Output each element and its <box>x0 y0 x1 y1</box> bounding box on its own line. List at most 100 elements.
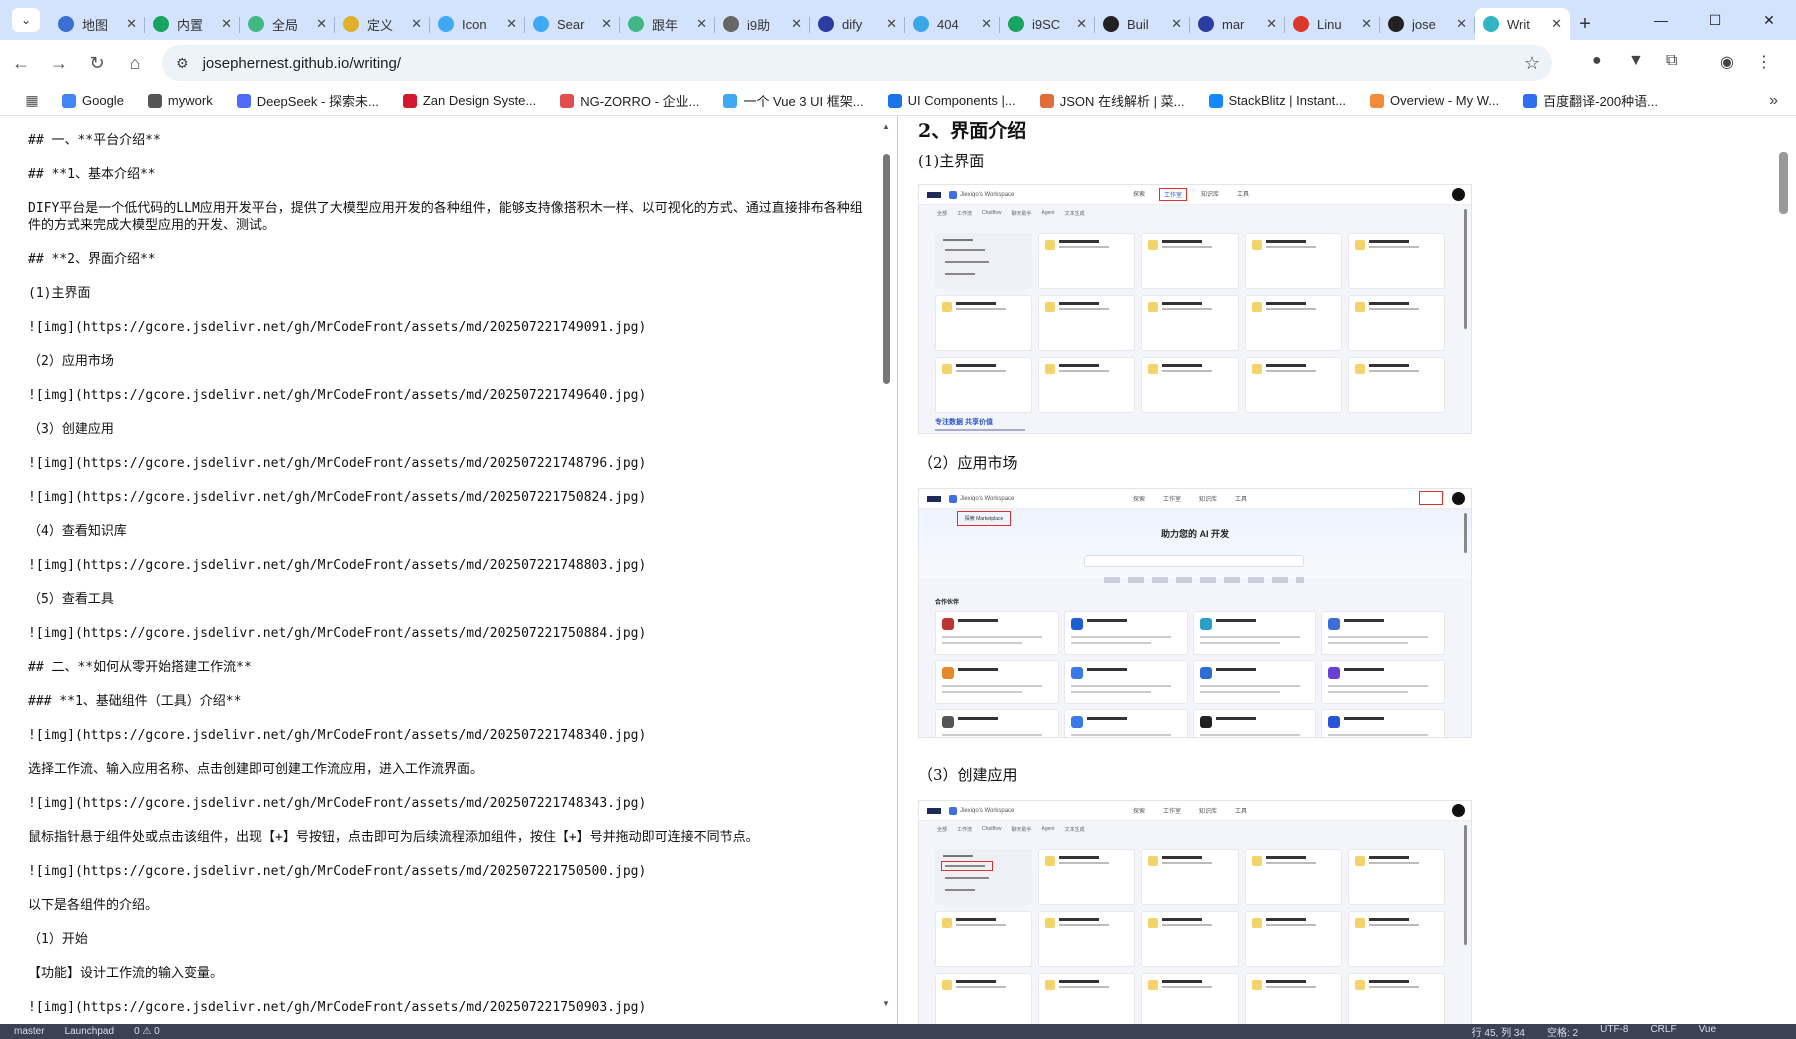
bookmark-star-icon[interactable]: ☆ <box>1524 53 1540 74</box>
editor-line[interactable]: ![img](https://gcore.jsdelivr.net/gh/MrC… <box>28 489 868 506</box>
address-bar[interactable]: ⚙ josephernest.github.io/writing/ ☆ <box>162 45 1552 81</box>
close-tab-icon[interactable]: ✕ <box>411 16 422 32</box>
tab-15[interactable]: Writ ✕ <box>1475 8 1570 40</box>
vue-devtools-icon[interactable]: ▼ <box>1628 52 1644 70</box>
close-tab-icon[interactable]: ✕ <box>1456 16 1467 32</box>
preview-scroll-thumb[interactable] <box>1779 152 1788 214</box>
tab-6[interactable]: 跟年 ✕ <box>620 8 715 40</box>
tab-search-button[interactable]: ⌄ <box>12 8 40 32</box>
apps-grid-icon[interactable]: ▦ <box>12 92 52 109</box>
close-window-button[interactable]: ✕ <box>1742 0 1796 40</box>
editor-scrollbar[interactable]: ▲ ▼ <box>878 116 895 1016</box>
editor-line[interactable]: （2）应用市场 <box>28 353 868 370</box>
bookmarks-overflow-icon[interactable]: » <box>1769 92 1778 110</box>
editor-line[interactable]: (1)主界面 <box>28 285 868 302</box>
status-problems[interactable]: 0 ⚠ 0 <box>134 1026 160 1037</box>
editor-lines[interactable]: ## 一、**平台介绍** ## **1、基本介绍** DIFY平台是一个低代码的L… <box>28 132 868 1031</box>
editor-line[interactable]: （3）创建应用 <box>28 421 868 438</box>
editor-line[interactable]: ![img](https://gcore.jsdelivr.net/gh/MrC… <box>28 557 868 574</box>
site-info-icon[interactable]: ⚙ <box>176 55 189 72</box>
tab-8[interactable]: dify ✕ <box>810 8 905 40</box>
scroll-down-icon[interactable]: ▼ <box>882 999 890 1008</box>
editor-line[interactable]: （5）查看工具 <box>28 591 868 608</box>
editor-line[interactable]: ## 一、**平台介绍** <box>28 132 868 149</box>
close-tab-icon[interactable]: ✕ <box>1076 16 1087 32</box>
editor-line[interactable]: ![img](https://gcore.jsdelivr.net/gh/MrC… <box>28 999 868 1016</box>
bookmark-item[interactable]: Zan Design Syste... <box>402 91 536 110</box>
editor-scroll-thumb[interactable] <box>883 154 890 384</box>
editor-line[interactable]: 选择工作流、输入应用名称、点击创建即可创建工作流应用，进入工作流界面。 <box>28 761 868 778</box>
tab-10[interactable]: i9SC ✕ <box>1000 8 1095 40</box>
tab-3[interactable]: 定义 ✕ <box>335 8 430 40</box>
bookmark-item[interactable]: StackBlitz | Instant... <box>1208 91 1346 110</box>
status-encoding[interactable]: UTF-8 <box>1600 1024 1628 1039</box>
status-indent[interactable]: 空格: 2 <box>1547 1024 1578 1039</box>
close-tab-icon[interactable]: ✕ <box>981 16 992 32</box>
bookmark-item[interactable]: 一个 Vue 3 UI 框架... <box>723 91 864 110</box>
status-branch[interactable]: master <box>14 1026 45 1037</box>
tab-11[interactable]: Buil ✕ <box>1095 8 1190 40</box>
editor-line[interactable]: ![img](https://gcore.jsdelivr.net/gh/MrC… <box>28 387 868 404</box>
extensions-icon[interactable]: ⧉ <box>1666 52 1677 70</box>
bookmark-item[interactable]: mywork <box>147 91 213 110</box>
close-tab-icon[interactable]: ✕ <box>1171 16 1182 32</box>
close-tab-icon[interactable]: ✕ <box>886 16 897 32</box>
tab-13[interactable]: Linu ✕ <box>1285 8 1380 40</box>
close-tab-icon[interactable]: ✕ <box>601 16 612 32</box>
back-button[interactable]: ← <box>4 46 38 80</box>
tab-2[interactable]: 全局 ✕ <box>240 8 335 40</box>
close-tab-icon[interactable]: ✕ <box>1266 16 1277 32</box>
editor-line[interactable]: ![img](https://gcore.jsdelivr.net/gh/MrC… <box>28 727 868 744</box>
editor-line[interactable]: 鼠标指针悬于组件处或点击该组件，出现【+】号按钮，点击即可为后续流程添加组件，按… <box>28 829 868 846</box>
close-tab-icon[interactable]: ✕ <box>126 16 137 32</box>
markdown-editor[interactable]: ## 一、**平台介绍** ## **1、基本介绍** DIFY平台是一个低代码的L… <box>8 116 896 1031</box>
minimize-button[interactable]: — <box>1634 0 1688 40</box>
preview-scrollbar[interactable] <box>1775 116 1795 1016</box>
bookmark-item[interactable]: Google <box>62 91 124 110</box>
tab-7[interactable]: i9助 ✕ <box>715 8 810 40</box>
editor-line[interactable]: ## 二、**如何从零开始搭建工作流** <box>28 659 868 676</box>
editor-line[interactable]: ![img](https://gcore.jsdelivr.net/gh/MrC… <box>28 863 868 880</box>
bookmark-item[interactable]: DeepSeek - 探索未... <box>236 91 379 110</box>
close-tab-icon[interactable]: ✕ <box>791 16 802 32</box>
tab-0[interactable]: 地图 ✕ <box>50 8 145 40</box>
editor-line[interactable]: ![img](https://gcore.jsdelivr.net/gh/MrC… <box>28 455 868 472</box>
close-tab-icon[interactable]: ✕ <box>316 16 327 32</box>
tab-4[interactable]: Icon ✕ <box>430 8 525 40</box>
tab-5[interactable]: Sear ✕ <box>525 8 620 40</box>
bookmark-item[interactable]: JSON 在线解析 | 菜... <box>1039 91 1185 110</box>
menu-kebab-icon[interactable]: ⋮ <box>1756 52 1772 72</box>
editor-line[interactable]: 以下是各组件的介绍。 <box>28 897 868 914</box>
bookmark-item[interactable]: NG-ZORRO - 企业... <box>560 91 699 110</box>
bookmark-item[interactable]: 百度翻译-200种语... <box>1523 91 1658 110</box>
status-cursor-position[interactable]: 行 45, 列 34 <box>1472 1024 1525 1039</box>
editor-line[interactable]: ## **1、基本介绍** <box>28 166 868 183</box>
home-button[interactable]: ⌂ <box>118 46 152 80</box>
editor-line[interactable]: ### **1、基础组件（工具）介绍** <box>28 693 868 710</box>
bookmark-item[interactable]: UI Components |... <box>887 91 1016 110</box>
tab-1[interactable]: 内置 ✕ <box>145 8 240 40</box>
editor-line[interactable]: ![img](https://gcore.jsdelivr.net/gh/MrC… <box>28 795 868 812</box>
editor-line[interactable]: ![img](https://gcore.jsdelivr.net/gh/MrC… <box>28 319 868 336</box>
tab-9[interactable]: 404 ✕ <box>905 8 1000 40</box>
new-tab-button[interactable]: + <box>1570 9 1600 39</box>
editor-line[interactable]: 【功能】设计工作流的输入变量。 <box>28 965 868 982</box>
maximize-button[interactable]: ☐ <box>1688 0 1742 40</box>
bookmark-item[interactable]: Overview - My W... <box>1370 91 1499 110</box>
editor-line[interactable]: ## **2、界面介绍** <box>28 251 868 268</box>
close-tab-icon[interactable]: ✕ <box>1551 16 1562 32</box>
status-launchpad[interactable]: Launchpad <box>65 1026 115 1037</box>
editor-line[interactable]: DIFY平台是一个低代码的LLM应用开发平台，提供了大模型应用开发的各种组件，能… <box>28 200 868 234</box>
close-tab-icon[interactable]: ✕ <box>696 16 707 32</box>
editor-line[interactable]: ![img](https://gcore.jsdelivr.net/gh/MrC… <box>28 625 868 642</box>
editor-line[interactable]: （4）查看知识库 <box>28 523 868 540</box>
status-eol[interactable]: CRLF <box>1650 1024 1676 1039</box>
scroll-up-icon[interactable]: ▲ <box>882 122 890 131</box>
panda-extension-icon[interactable]: ● <box>1592 52 1602 70</box>
close-tab-icon[interactable]: ✕ <box>506 16 517 32</box>
close-tab-icon[interactable]: ✕ <box>221 16 232 32</box>
editor-line[interactable]: （1）开始 <box>28 931 868 948</box>
tab-12[interactable]: mar ✕ <box>1190 8 1285 40</box>
close-tab-icon[interactable]: ✕ <box>1361 16 1372 32</box>
profile-icon[interactable]: ◉ <box>1720 52 1734 72</box>
